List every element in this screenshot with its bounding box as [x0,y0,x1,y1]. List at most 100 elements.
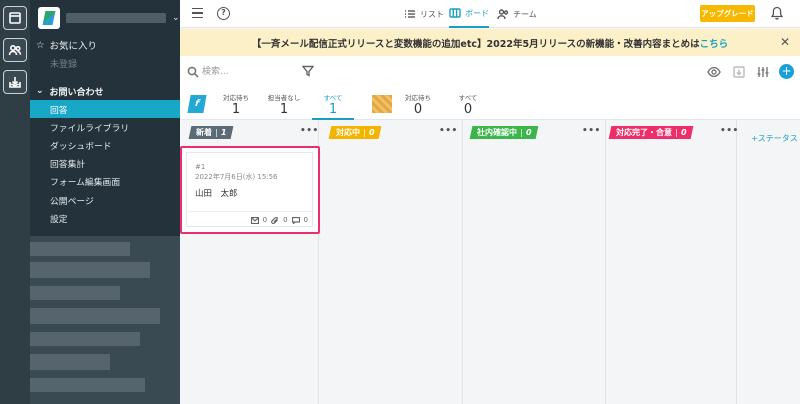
tab-list[interactable]: リスト [404,0,444,28]
stat-all-2[interactable]: すべて 0 [456,92,480,118]
search-icon [187,66,199,78]
users-icon[interactable] [3,38,27,62]
search-input[interactable] [202,65,282,79]
attachment-count: 0 [283,216,288,224]
redacted-sidebar-area [30,236,180,404]
board-toolbar: + [180,56,800,88]
column-menu-icon[interactable]: ••• [720,126,739,136]
stat-label: すべて [323,94,343,102]
paperclip-icon [271,216,278,224]
kanban-board: 新着 | 1 ••• 対応中 | 0 ••• 社内確認中 | 0 ••• 対応完了・合意 | 0… [180,120,800,404]
chevron-down-icon: ⌄ [36,86,44,96]
app-logo-icon[interactable] [3,6,27,30]
filter-icon[interactable] [301,65,315,80]
stat-label: 対応待ち [223,94,249,102]
column-name: 対応完了・合意 [616,128,672,137]
hamburger-menu-icon[interactable] [192,8,203,18]
form-thumbnail-icon [372,95,392,113]
stat-value: 0 [463,102,473,117]
card-divider [187,211,312,212]
mail-count: 0 [262,216,268,224]
banner-text: 【一斉メール配信正式リリースと変数機能の追加etc】2022年5月リリースの新機… [251,38,700,50]
icon-rail [0,0,30,404]
sidebar-item-form-editor[interactable]: フォーム編集画面 [30,173,180,191]
chevron-down-icon: ⌄ [172,13,180,23]
comment-icon [291,216,300,224]
workspace-name-redacted [66,13,166,23]
comment-count: 0 [303,216,308,224]
sidebar-item-public-page[interactable]: 公開ページ [30,191,180,209]
column-name: 新着 [196,128,212,137]
stat-label: 担当者なし [267,94,301,102]
team-icon [497,9,509,20]
card-meta: 0 0 0 [250,216,308,224]
stat-value: 1 [231,102,241,117]
add-button[interactable]: + [779,64,794,79]
sidebar-item-file-library[interactable]: ファイルライブラリ [30,118,180,136]
stat-waiting-2[interactable]: 対応待ち 0 [404,92,432,118]
column-count: 0 [680,128,687,137]
stat-value: 1 [328,102,338,117]
form-group: ⌄ お問い合わせ 回答 ファイルライブラリ ダッシュボード 回答集計 フォーム編… [30,82,180,227]
stat-label: すべて [458,94,478,102]
stat-unassigned[interactable]: 担当者なし 1 [266,92,302,118]
download-icon[interactable] [732,65,746,79]
notification-bell-icon[interactable] [770,6,784,20]
star-icon: ☆ [36,39,45,51]
column-menu-icon[interactable]: ••• [439,126,458,136]
sidebar-item-answer-summary[interactable]: 回答集計 [30,155,180,173]
tab-team[interactable]: チーム [497,0,537,28]
favorites-heading[interactable]: ☆ お気に入り [36,38,98,53]
stat-value: 0 [413,102,423,117]
workspace-switcher[interactable]: ⌄ [30,0,180,36]
column-divider [736,120,737,404]
upgrade-button[interactable]: アップグレード [700,5,755,22]
form-group-label: お問い合わせ [49,87,104,98]
stat-all[interactable]: すべて 1 [312,92,354,120]
favorites-empty: 未登録 [50,60,78,70]
inbox-icon[interactable] [3,70,27,94]
card-id: #1 [195,163,206,171]
column-divider [462,120,463,404]
status-summary: f 対応待ち 1 担当者なし 1 すべて 1 対応待ち 0 すべて 0 [180,88,800,120]
column-menu-icon[interactable]: ••• [582,126,601,136]
close-icon[interactable]: ✕ [780,35,790,49]
column-header-complete[interactable]: 対応完了・合意 | 0 [608,126,693,139]
column-header-in-progress[interactable]: 対応中 | 0 [328,126,381,139]
eye-icon[interactable] [707,65,721,79]
help-icon[interactable]: ? [217,7,230,20]
workspace-logo [38,7,60,29]
column-header-internal-review[interactable]: 社内確認中 | 0 [469,126,538,139]
banner-link[interactable]: こちら [700,36,729,50]
stat-label: 対応待ち [405,94,431,102]
sidebar-item-answers[interactable]: 回答 [30,100,180,119]
column-name: 社内確認中 [477,128,517,137]
tab-team-label: チーム [513,9,537,19]
sidebar-item-dashboard[interactable]: ダッシュボード [30,136,180,154]
settings-sliders-icon[interactable] [756,65,770,79]
card-date: 2022年7月6日(水) 15:56 [195,173,278,181]
stat-value: 1 [279,102,289,117]
column-count: 0 [525,128,532,137]
sidebar: ⌄ ☆ お気に入り 未登録 ⌄ お問い合わせ 回答 ファイルライブラリ ダッシュ… [30,0,180,404]
tab-board[interactable]: ボード [449,0,489,28]
form-group-title[interactable]: ⌄ お問い合わせ [30,82,180,100]
add-status-button[interactable]: +ステータス [751,133,798,144]
response-card[interactable]: #1 2022年7月6日(水) 15:56 山田 太郎 0 0 0 [186,152,313,227]
tab-board-label: ボード [465,8,489,18]
announcement-banner: 【一斉メール配信正式リリースと変数機能の追加etc】2022年5月リリースの新機… [180,29,800,56]
board-icon [449,8,461,18]
top-bar: ? リスト ボード チーム アップグレード [180,0,800,28]
form-badge-icon: f [187,95,207,113]
list-icon [405,10,415,18]
stat-waiting[interactable]: 対応待ち 1 [222,92,250,118]
mail-icon [250,216,259,224]
tab-list-label: リスト [420,9,444,19]
sidebar-item-settings[interactable]: 設定 [30,209,180,227]
column-header-new[interactable]: 新着 | 1 [188,126,233,139]
card-respondent-name: 山田 太郎 [195,189,238,199]
favorites-label: お気に入り [49,41,98,52]
column-menu-icon[interactable]: ••• [300,126,319,136]
column-name: 対応中 [336,128,360,137]
column-divider [605,120,606,404]
